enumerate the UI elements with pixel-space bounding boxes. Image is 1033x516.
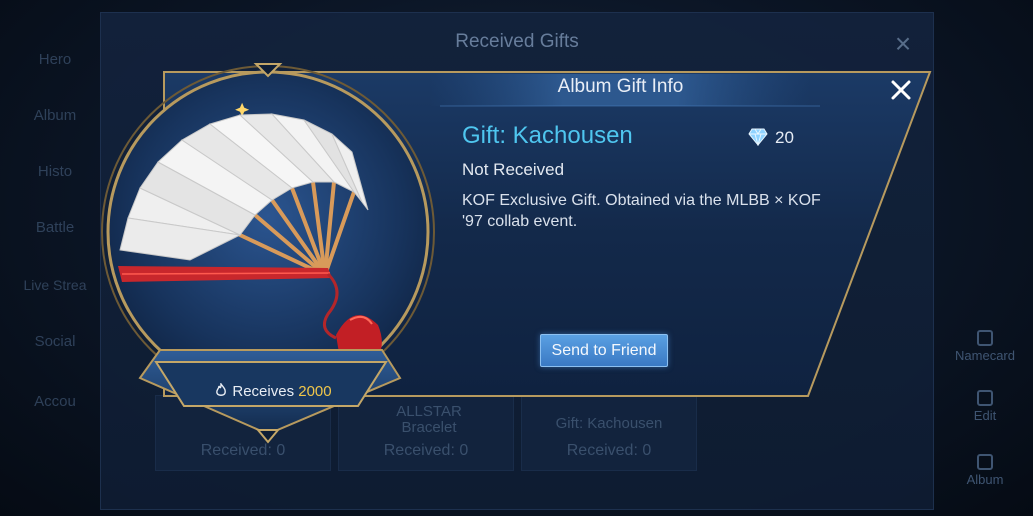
received-gifts-close-button[interactable]: × [891,30,915,58]
close-icon[interactable] [886,75,916,105]
gift-tile[interactable]: Gift: Kachousen Received: 0 [521,395,697,471]
receives-label: Receives [232,383,295,400]
gift-name: Gift: Kachousen [462,122,633,149]
bg-menu-item: Accou [34,393,76,410]
album-item: Album [945,454,1025,487]
album-label: Album [966,472,1004,487]
gift-tile-name: Gift: Kachousen [555,415,663,432]
bg-menu-item: Social [34,333,76,350]
dialog-title: Album Gift Info [557,76,684,97]
namecard-item: Namecard [945,330,1025,363]
bg-menu-item: Histo [37,163,73,180]
gift-price: 20 [775,128,794,147]
gift-tile-received: Received: 0 [566,442,652,459]
game-screen: Hero Album Histo Battle Live Strea Socia… [0,0,1033,516]
send-to-friend-button[interactable]: Send to Friend [540,334,668,367]
edit-label: Edit [973,408,997,423]
bg-menu-item: Battle [35,219,75,236]
receives-count: 2000 [298,383,332,400]
bg-menu-item: Live Strea [23,277,87,293]
gift-status: Not Received [462,160,565,179]
bg-menu-item: Hero [38,51,72,68]
gift-description: KOF Exclusive Gift. Obtained via the MLB… [462,192,821,230]
namecard-icon [977,330,993,346]
edit-icon [977,390,993,406]
edit-item: Edit [945,390,1025,423]
flame-icon [216,383,226,396]
receives-counter: Receives 2000 [212,383,352,400]
received-gifts-title: Received Gifts [455,31,579,52]
album-icon [977,454,993,470]
gift-emblem: Receives 2000 [100,60,445,445]
diamond-icon [748,128,768,146]
bg-menu-item: Album [33,107,77,124]
namecard-label: Namecard [955,348,1015,363]
